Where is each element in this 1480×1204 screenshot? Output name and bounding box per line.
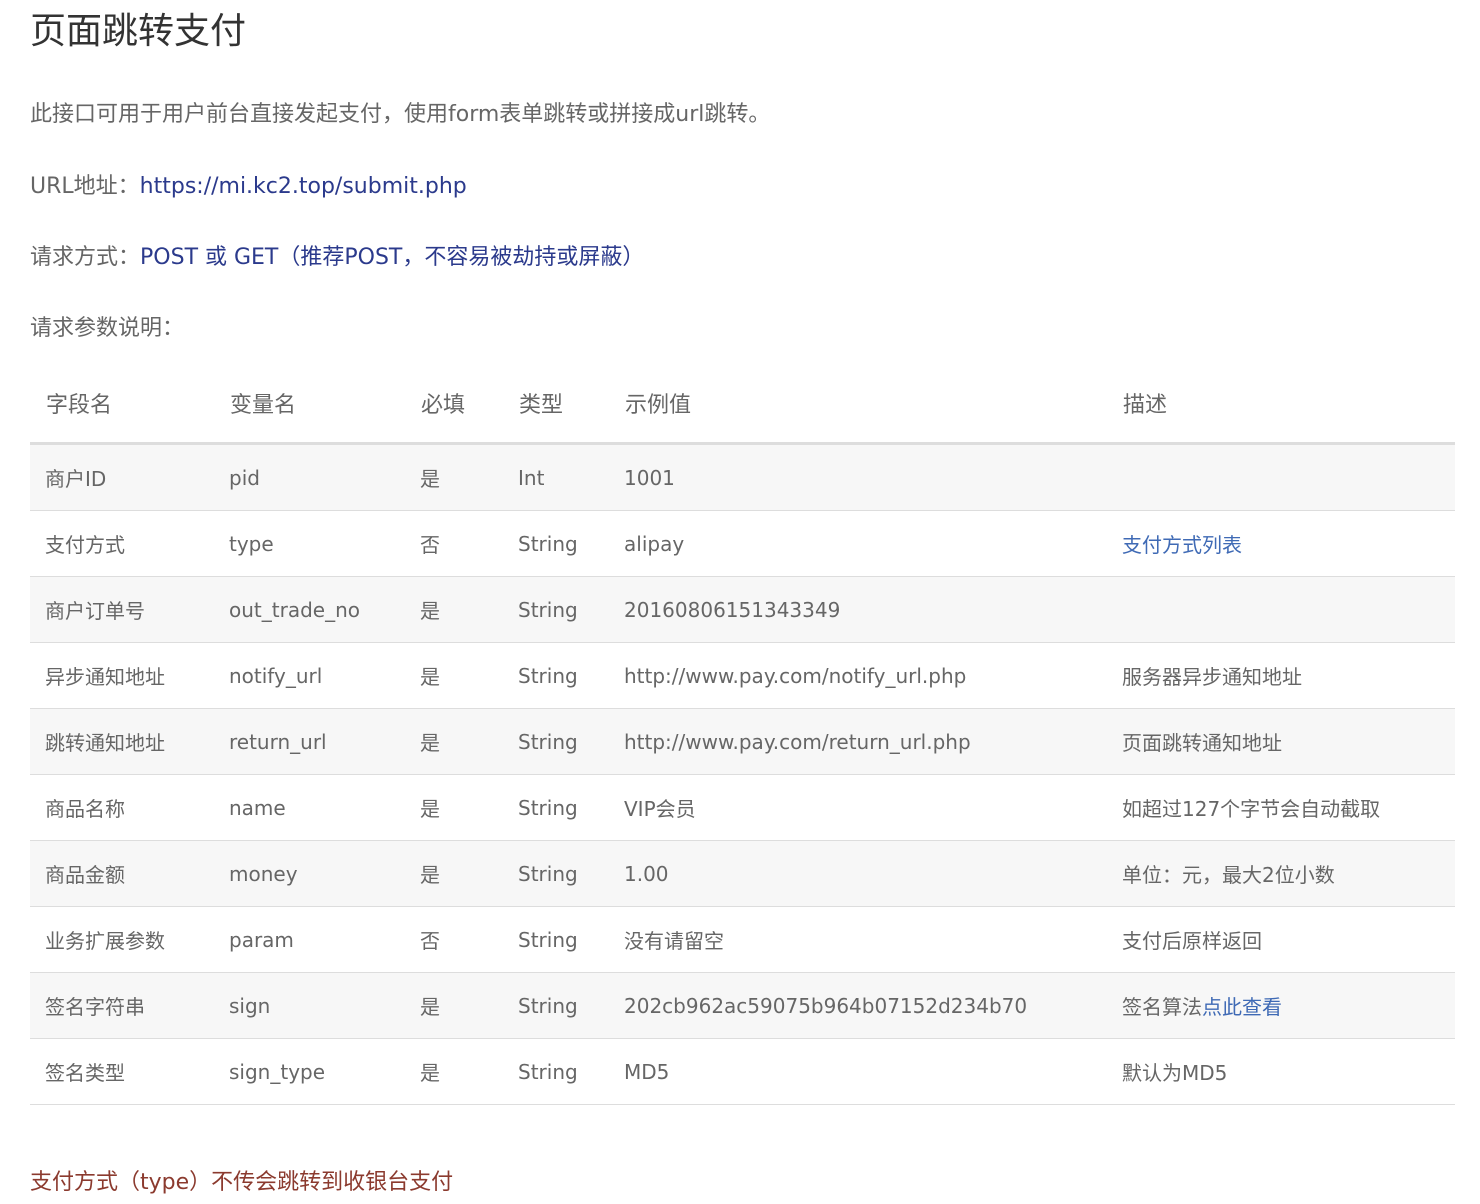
- table-row: 签名字符串 sign 是 String 202cb962ac59075b964b0715…: [30, 972, 1455, 1039]
- cell-example: 1.00: [609, 840, 1107, 907]
- params-heading: 请求参数说明：: [30, 316, 185, 341]
- desc-text: 支付后原样返回: [1122, 929, 1262, 953]
- cell-desc: 单位：元，最大2位小数: [1107, 840, 1455, 907]
- table-row: 签名类型 sign_type 是 String MD5 默认为MD5: [30, 1038, 1455, 1105]
- cell-type: Int: [503, 443, 609, 511]
- cell-field: 商户ID: [30, 443, 214, 511]
- cell-field: 签名类型: [30, 1038, 214, 1105]
- cell-desc: 支付后原样返回: [1107, 906, 1455, 973]
- cell-required: 否: [405, 906, 503, 973]
- cell-type: String: [503, 774, 609, 841]
- cell-desc: 服务器异步通知地址: [1107, 642, 1455, 709]
- header-required: 必填: [405, 364, 503, 445]
- note-text: 支付方式（type）不传会跳转到收银台支付: [30, 1170, 454, 1195]
- cell-type: String: [503, 840, 609, 907]
- method-value: POST 或 GET（推荐POST，不容易被劫持或屏蔽）: [140, 245, 645, 270]
- table-row: 业务扩展参数 param 否 String 没有请留空 支付后原样返回: [30, 906, 1455, 973]
- cell-example: 20160806151343349: [609, 576, 1107, 643]
- desc-text: 单位：元，最大2位小数: [1122, 863, 1335, 887]
- cell-field: 签名字符串: [30, 972, 214, 1039]
- header-var: 变量名: [214, 364, 405, 445]
- cell-var: return_url: [214, 708, 405, 775]
- cell-field: 支付方式: [30, 510, 214, 577]
- cell-type: String: [503, 510, 609, 577]
- cell-var: param: [214, 906, 405, 973]
- cell-type: String: [503, 642, 609, 709]
- url-value: https://mi.kc2.top/submit.php: [139, 174, 467, 199]
- cell-desc: 页面跳转通知地址: [1107, 708, 1455, 775]
- desc-text: 如超过127个字节会自动截取: [1122, 797, 1381, 821]
- cell-type: String: [503, 708, 609, 775]
- cell-var: out_trade_no: [214, 576, 405, 643]
- cell-example: MD5: [609, 1038, 1107, 1105]
- cell-var: sign: [214, 972, 405, 1039]
- page-title: 页面跳转支付: [30, 11, 247, 52]
- cell-desc: 如超过127个字节会自动截取: [1107, 774, 1455, 841]
- cell-var: sign_type: [214, 1038, 405, 1105]
- intro-text: 此接口可用于用户前台直接发起支付，使用form表单跳转或拼接成url跳转。: [30, 102, 771, 127]
- header-desc: 描述: [1107, 364, 1455, 445]
- cell-field: 商品金额: [30, 840, 214, 907]
- cell-required: 是: [405, 708, 503, 775]
- cell-required: 是: [405, 774, 503, 841]
- cell-example: http://www.pay.com/return_url.php: [609, 708, 1107, 775]
- cell-field: 商户订单号: [30, 576, 214, 643]
- table-row: 商户ID pid 是 Int 1001: [30, 443, 1455, 511]
- header-example: 示例值: [609, 364, 1107, 445]
- cell-field: 跳转通知地址: [30, 708, 214, 775]
- cell-var: money: [214, 840, 405, 907]
- cell-var: name: [214, 774, 405, 841]
- cell-type: String: [503, 576, 609, 643]
- cell-required: 是: [405, 972, 503, 1039]
- cell-var: type: [214, 510, 405, 577]
- table-body: 商户ID pid 是 Int 1001 支付方式 type 否 String alipay 支付方式…: [30, 443, 1455, 1105]
- table-row: 跳转通知地址 return_url 是 String http://www.pay.co…: [30, 708, 1455, 775]
- cell-required: 是: [405, 840, 503, 907]
- table-row: 商品金额 money 是 String 1.00 单位：元，最大2位小数: [30, 840, 1455, 907]
- desc-text: 服务器异步通知地址: [1122, 665, 1302, 689]
- table-row: 商品名称 name 是 String VIP会员 如超过127个字节会自动截取: [30, 774, 1455, 841]
- params-table: 字段名 变量名 必填 类型 示例值 描述 商户ID pid 是 Int 1001 支付方式…: [30, 364, 1455, 1105]
- cell-type: String: [503, 906, 609, 973]
- desc-link[interactable]: 支付方式列表: [1122, 533, 1242, 557]
- cell-example: VIP会员: [609, 774, 1107, 841]
- table-row: 支付方式 type 否 String alipay 支付方式列表: [30, 510, 1455, 577]
- cell-required: 是: [405, 1038, 503, 1105]
- cell-example: alipay: [609, 510, 1107, 577]
- table-header-row: 字段名 变量名 必填 类型 示例值 描述: [30, 364, 1455, 445]
- cell-example: 没有请留空: [609, 906, 1107, 973]
- cell-var: pid: [214, 443, 405, 511]
- desc-text: 默认为MD5: [1122, 1061, 1228, 1085]
- cell-desc: [1107, 576, 1455, 643]
- cell-field: 商品名称: [30, 774, 214, 841]
- cell-field: 异步通知地址: [30, 642, 214, 709]
- cell-desc: 支付方式列表: [1107, 510, 1455, 577]
- table-row: 异步通知地址 notify_url 是 String http://www.pay.co…: [30, 642, 1455, 709]
- table-row: 商户订单号 out_trade_no 是 String 2016080615134334…: [30, 576, 1455, 643]
- header-type: 类型: [503, 364, 609, 445]
- cell-type: String: [503, 1038, 609, 1105]
- cell-required: 是: [405, 576, 503, 643]
- cell-example: http://www.pay.com/notify_url.php: [609, 642, 1107, 709]
- cell-desc: 签名算法点此查看: [1107, 972, 1455, 1039]
- cell-required: 否: [405, 510, 503, 577]
- desc-link[interactable]: 点此查看: [1202, 995, 1282, 1019]
- url-line: URL地址：https://mi.kc2.top/submit.php: [30, 172, 467, 202]
- cell-desc: 默认为MD5: [1107, 1038, 1455, 1105]
- desc-text: 页面跳转通知地址: [1122, 731, 1282, 755]
- cell-var: notify_url: [214, 642, 405, 709]
- method-label: 请求方式：: [30, 245, 141, 270]
- cell-example: 1001: [609, 443, 1107, 511]
- cell-required: 是: [405, 642, 503, 709]
- cell-example: 202cb962ac59075b964b07152d234b70: [609, 972, 1107, 1039]
- method-line: 请求方式：POST 或 GET（推荐POST，不容易被劫持或屏蔽）: [30, 243, 644, 273]
- cell-field: 业务扩展参数: [30, 906, 214, 973]
- cell-required: 是: [405, 443, 503, 511]
- cell-type: String: [503, 972, 609, 1039]
- url-label: URL地址：: [30, 174, 140, 199]
- desc-text: 签名算法: [1122, 995, 1202, 1019]
- header-field: 字段名: [30, 364, 214, 445]
- cell-desc: [1107, 443, 1455, 511]
